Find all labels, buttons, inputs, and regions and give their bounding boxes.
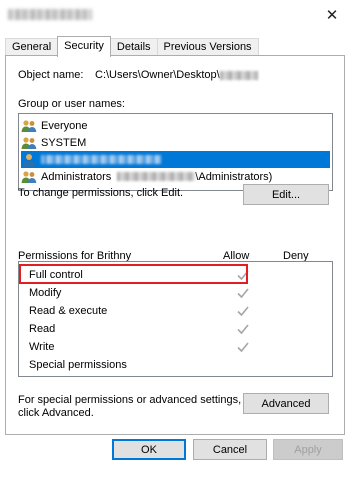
- users-icon: [21, 136, 37, 149]
- permission-row-read-execute: Read & execute: [29, 302, 329, 320]
- list-item-label-suffix: \Administrators): [195, 170, 273, 183]
- permission-name: Modify: [29, 287, 62, 299]
- advanced-text-line-2: click Advanced.: [18, 407, 94, 419]
- list-item-brithny[interactable]: [21, 151, 330, 168]
- group-user-list[interactable]: Everyone SYSTEM Administrators \Administ…: [18, 113, 333, 191]
- admin-computer-name-blurred: [117, 172, 196, 181]
- users-icon: [21, 119, 37, 132]
- advanced-text-line-1: For special permissions or advanced sett…: [18, 394, 242, 406]
- permission-row-read: Read: [29, 320, 329, 338]
- cancel-button[interactable]: Cancel: [193, 439, 267, 460]
- list-item-system[interactable]: SYSTEM: [21, 134, 330, 151]
- window-title-blurred: [8, 9, 92, 20]
- close-button[interactable]: ✕: [314, 0, 350, 30]
- close-icon: ✕: [325, 7, 339, 24]
- list-item-everyone[interactable]: Everyone: [21, 117, 330, 134]
- allow-check-icon: [237, 324, 249, 335]
- object-path: C:\Users\Owner\Desktop\: [95, 69, 220, 81]
- list-item-administrators[interactable]: Administrators \Administrators): [21, 168, 330, 185]
- object-name-value: C:\Users\Owner\Desktop\: [95, 69, 258, 81]
- security-panel: Object name: C:\Users\Owner\Desktop\ Gro…: [5, 55, 345, 435]
- change-permissions-text: To change permissions, click Edit.: [18, 187, 184, 199]
- list-item-label: SYSTEM: [41, 136, 87, 149]
- selected-user-name-blurred: [41, 155, 161, 164]
- permission-name: Read & execute: [29, 305, 108, 317]
- tab-security[interactable]: Security: [57, 36, 111, 57]
- groups-label: Group or user names:: [18, 98, 125, 110]
- list-item-label: Everyone: [41, 119, 88, 132]
- user-icon: [23, 153, 35, 166]
- title-bar: ✕: [0, 0, 350, 30]
- permission-name: Read: [29, 323, 56, 335]
- ok-button[interactable]: OK: [112, 439, 186, 460]
- allow-check-icon: [237, 306, 249, 317]
- object-name-label: Object name:: [18, 69, 84, 81]
- object-filename-blurred: [219, 70, 258, 80]
- tab-general[interactable]: General: [5, 38, 59, 56]
- edit-button[interactable]: Edit...: [243, 184, 329, 205]
- tab-previous-versions[interactable]: Previous Versions: [156, 38, 259, 56]
- permission-name: Special permissions: [29, 359, 127, 371]
- apply-button[interactable]: Apply: [273, 439, 343, 460]
- permission-row-special: Special permissions: [29, 356, 329, 374]
- allow-check-icon: [237, 342, 249, 353]
- advanced-button[interactable]: Advanced: [243, 393, 329, 414]
- permission-row-write: Write: [29, 338, 329, 356]
- permission-row-modify: Modify: [29, 284, 329, 302]
- permission-name: Write: [29, 341, 55, 353]
- full-control-highlight: [19, 264, 248, 284]
- tab-strip: General Security Details Previous Versio…: [5, 36, 259, 57]
- allow-check-icon: [237, 288, 249, 299]
- users-icon: [21, 170, 37, 183]
- tab-details[interactable]: Details: [109, 38, 158, 56]
- list-item-label-prefix: Administrators: [41, 170, 112, 183]
